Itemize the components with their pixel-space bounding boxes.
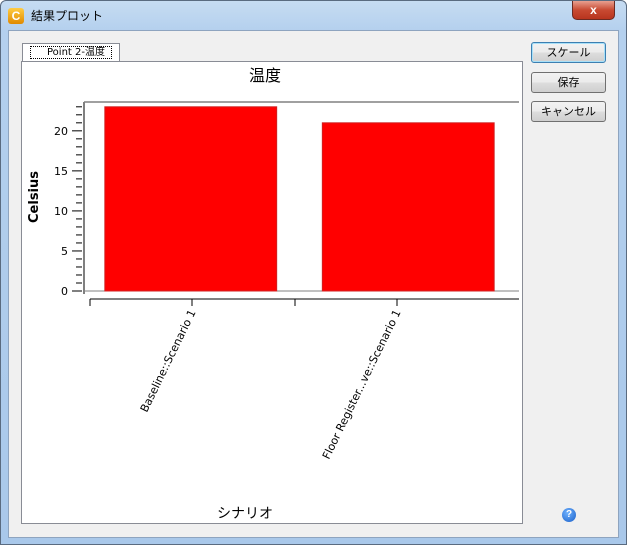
bar-1 bbox=[104, 106, 278, 292]
bar-2 bbox=[321, 122, 495, 292]
x-tick-label: Floor Register...ve::Scenario 1 bbox=[320, 308, 404, 462]
dialog-window: C 結果プロット x Point 2-温度 温度 シナリオ Celsius 0 5… bbox=[0, 0, 627, 545]
chart-panel: 温度 シナリオ Celsius 0 5 10 15 20Baseline::Scenar… bbox=[21, 61, 523, 524]
x-axis-label: シナリオ bbox=[217, 506, 273, 522]
tab-label: Point 2-温度 bbox=[30, 46, 112, 59]
y-tick-label: 15 bbox=[54, 165, 68, 178]
y-axis-label: Celsius bbox=[27, 171, 42, 223]
y-tick-label: 0 bbox=[61, 285, 68, 298]
cancel-button[interactable]: キャンセル bbox=[531, 101, 606, 122]
y-tick-label: 20 bbox=[54, 125, 68, 138]
window-title: 結果プロット bbox=[31, 9, 104, 23]
save-button[interactable]: 保存 bbox=[531, 72, 606, 93]
app-icon: C bbox=[8, 8, 24, 24]
help-icon[interactable]: ? bbox=[562, 508, 576, 522]
dialog-body: Point 2-温度 温度 シナリオ Celsius 0 5 10 15 20 Basel… bbox=[8, 30, 619, 538]
close-button[interactable]: x bbox=[572, 1, 615, 20]
tab-point-2-temperature[interactable]: Point 2-温度 bbox=[22, 43, 120, 62]
x-tick-label: Baseline::Scenario 1 bbox=[138, 308, 199, 415]
chart-title: 温度 bbox=[249, 66, 281, 85]
title-bar[interactable]: C 結果プロット x bbox=[1, 1, 626, 29]
scale-button[interactable]: スケール bbox=[531, 42, 606, 63]
bar-chart: 温度 シナリオ Celsius 0 5 10 15 20Baseline::Scenar… bbox=[27, 66, 519, 522]
y-tick-label: 10 bbox=[54, 205, 68, 218]
y-tick-label: 5 bbox=[61, 245, 68, 258]
